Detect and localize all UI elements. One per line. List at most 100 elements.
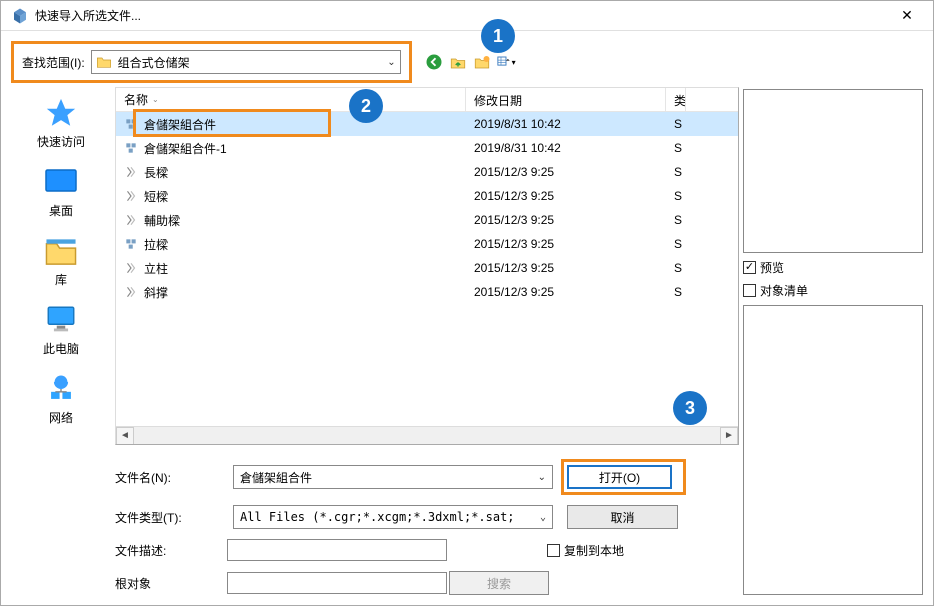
chevron-down-icon: ⌄	[538, 472, 546, 483]
file-type-icon	[124, 213, 138, 227]
file-type: S	[666, 165, 686, 179]
sidebar-item-this-pc[interactable]: 此电脑	[16, 298, 106, 361]
file-row[interactable]: 拉樑 2015/12/3 9:25S	[116, 232, 738, 256]
desktop-icon	[41, 164, 81, 200]
preview-box	[743, 89, 923, 253]
file-row[interactable]: 倉儲架組合件-12019/8/31 10:42S	[116, 136, 738, 160]
file-row[interactable]: 輔助樑 2015/12/3 9:25S	[116, 208, 738, 232]
open-button[interactable]: 打开(O)	[567, 465, 672, 489]
sidebar-item-network[interactable]: 网络	[16, 367, 106, 430]
scroll-right-icon[interactable]: ►	[720, 427, 738, 445]
sidebar-item-label: 库	[55, 271, 67, 288]
window-title: 快速导入所选文件...	[35, 7, 885, 24]
file-row[interactable]: 倉儲架組合件2019/8/31 10:42S	[116, 112, 738, 136]
sort-arrow-icon: ⌄	[152, 95, 159, 104]
file-row[interactable]: 短樑2015/12/3 9:25S	[116, 184, 738, 208]
file-type: S	[666, 237, 686, 251]
preview-checkbox[interactable]: 预览	[743, 259, 923, 276]
file-name: 輔助樑	[144, 212, 180, 229]
column-header-date[interactable]: 修改日期	[466, 88, 666, 111]
file-row[interactable]: 立柱 2015/12/3 9:25S	[116, 256, 738, 280]
sidebar-item-label: 网络	[49, 409, 73, 426]
checkbox-box-icon	[547, 544, 560, 557]
file-date: 2015/12/3 9:25	[466, 261, 666, 275]
root-object-row: 根对象 搜索	[115, 571, 739, 595]
sidebar-item-quick-access[interactable]: 快速访问	[16, 91, 106, 154]
root-object-input[interactable]	[227, 572, 447, 594]
file-type-icon	[124, 141, 138, 155]
look-in-current: 组合式仓储架	[118, 54, 190, 71]
file-date: 2019/8/31 10:42	[466, 141, 666, 155]
file-type: S	[666, 213, 686, 227]
file-row[interactable]: 長樑2015/12/3 9:25S	[116, 160, 738, 184]
column-header-type[interactable]: 类	[666, 88, 686, 111]
look-in-combobox[interactable]: 组合式仓储架 ⌄	[91, 50, 401, 74]
list-header: 名称 ⌄ 修改日期 类	[116, 88, 738, 112]
main-content: 名称 ⌄ 修改日期 类 倉儲架組合件2019/8/31 10:42S倉儲架組合件…	[115, 87, 739, 595]
object-list-label: 对象清单	[760, 282, 808, 299]
filename-input[interactable]: 倉儲架組合件 ⌄	[233, 465, 553, 489]
filename-label: 文件名(N):	[115, 469, 225, 486]
file-date: 2015/12/3 9:25	[466, 213, 666, 227]
file-name: 長樑	[144, 164, 168, 181]
star-icon	[41, 95, 81, 131]
file-name: 倉儲架組合件	[144, 116, 216, 133]
close-button[interactable]: ✕	[885, 1, 929, 31]
new-folder-button[interactable]	[472, 52, 492, 72]
filetype-value: All Files (*.cgr;*.xcgm;*.3dxml;*.sat;	[240, 510, 515, 524]
file-type: S	[666, 285, 686, 299]
sidebar-item-label: 桌面	[49, 202, 73, 219]
sidebar-item-library[interactable]: 库	[16, 229, 106, 292]
file-type-icon	[124, 237, 138, 251]
sidebar-item-label: 此电脑	[43, 340, 79, 357]
checkbox-checked-icon	[743, 261, 756, 274]
file-type: S	[666, 261, 686, 275]
folder-icon	[96, 55, 112, 69]
copy-local-checkbox[interactable]: 复制到本地	[547, 542, 624, 559]
nav-icon-group: ▾	[424, 52, 516, 72]
file-type-icon	[124, 189, 138, 203]
search-button[interactable]: 搜索	[449, 571, 549, 595]
file-list: 名称 ⌄ 修改日期 类 倉儲架組合件2019/8/31 10:42S倉儲架組合件…	[115, 87, 739, 445]
file-desc-row: 文件描述: 复制到本地	[115, 539, 739, 561]
file-desc-input[interactable]	[227, 539, 447, 561]
scroll-left-icon[interactable]: ◄	[116, 427, 134, 445]
dropdown-arrow-icon: ▾	[512, 58, 516, 67]
file-date: 2015/12/3 9:25	[466, 189, 666, 203]
library-folder-icon	[41, 233, 81, 269]
content-row: 快速访问 桌面 库 此电脑	[1, 87, 933, 605]
sidebar-item-desktop[interactable]: 桌面	[16, 160, 106, 223]
root-object-label: 根对象	[115, 575, 217, 592]
back-button[interactable]	[424, 52, 444, 72]
chevron-down-icon: ⌄	[540, 512, 546, 523]
cancel-button[interactable]: 取消	[567, 505, 678, 529]
network-icon	[41, 371, 81, 407]
column-header-name[interactable]: 名称 ⌄	[116, 88, 466, 111]
right-pane: 预览 对象清单	[743, 87, 923, 595]
copy-local-label: 复制到本地	[564, 542, 624, 559]
file-row[interactable]: 斜撑2015/12/3 9:25S	[116, 280, 738, 304]
horizontal-scrollbar[interactable]: ◄ ►	[116, 426, 738, 444]
file-name: 拉樑	[144, 236, 168, 253]
file-type-icon	[124, 165, 138, 179]
file-rows: 倉儲架組合件2019/8/31 10:42S倉儲架組合件-12019/8/31 …	[116, 112, 738, 426]
file-name: 立柱	[144, 260, 168, 277]
file-date: 2015/12/3 9:25	[466, 237, 666, 251]
object-list-box	[743, 305, 923, 595]
sidebar-item-label: 快速访问	[37, 133, 85, 150]
filename-value: 倉儲架組合件	[240, 469, 312, 486]
file-type: S	[666, 117, 686, 131]
look-in-toolbar: 查找范围(I): 组合式仓储架 ⌄ ▾	[1, 31, 933, 87]
file-type: S	[666, 189, 686, 203]
checkbox-box-icon	[743, 284, 756, 297]
annotation-frame-open: 打开(O)	[561, 459, 686, 495]
object-list-checkbox[interactable]: 对象清单	[743, 282, 923, 299]
scroll-track[interactable]	[134, 427, 720, 445]
up-one-level-button[interactable]	[448, 52, 468, 72]
bottom-form: 文件名(N): 倉儲架組合件 ⌄ 打开(O) 文件类型(T): All File…	[115, 445, 739, 529]
filetype-combobox[interactable]: All Files (*.cgr;*.xcgm;*.3dxml;*.sat; ⌄	[233, 505, 553, 529]
file-open-dialog: 1 2 3 快速导入所选文件... ✕ 查找范围(I): 组合式仓储架 ⌄	[0, 0, 934, 606]
filetype-label: 文件类型(T):	[115, 509, 225, 526]
file-name: 斜撑	[144, 284, 168, 301]
view-menu-button[interactable]: ▾	[496, 52, 516, 72]
